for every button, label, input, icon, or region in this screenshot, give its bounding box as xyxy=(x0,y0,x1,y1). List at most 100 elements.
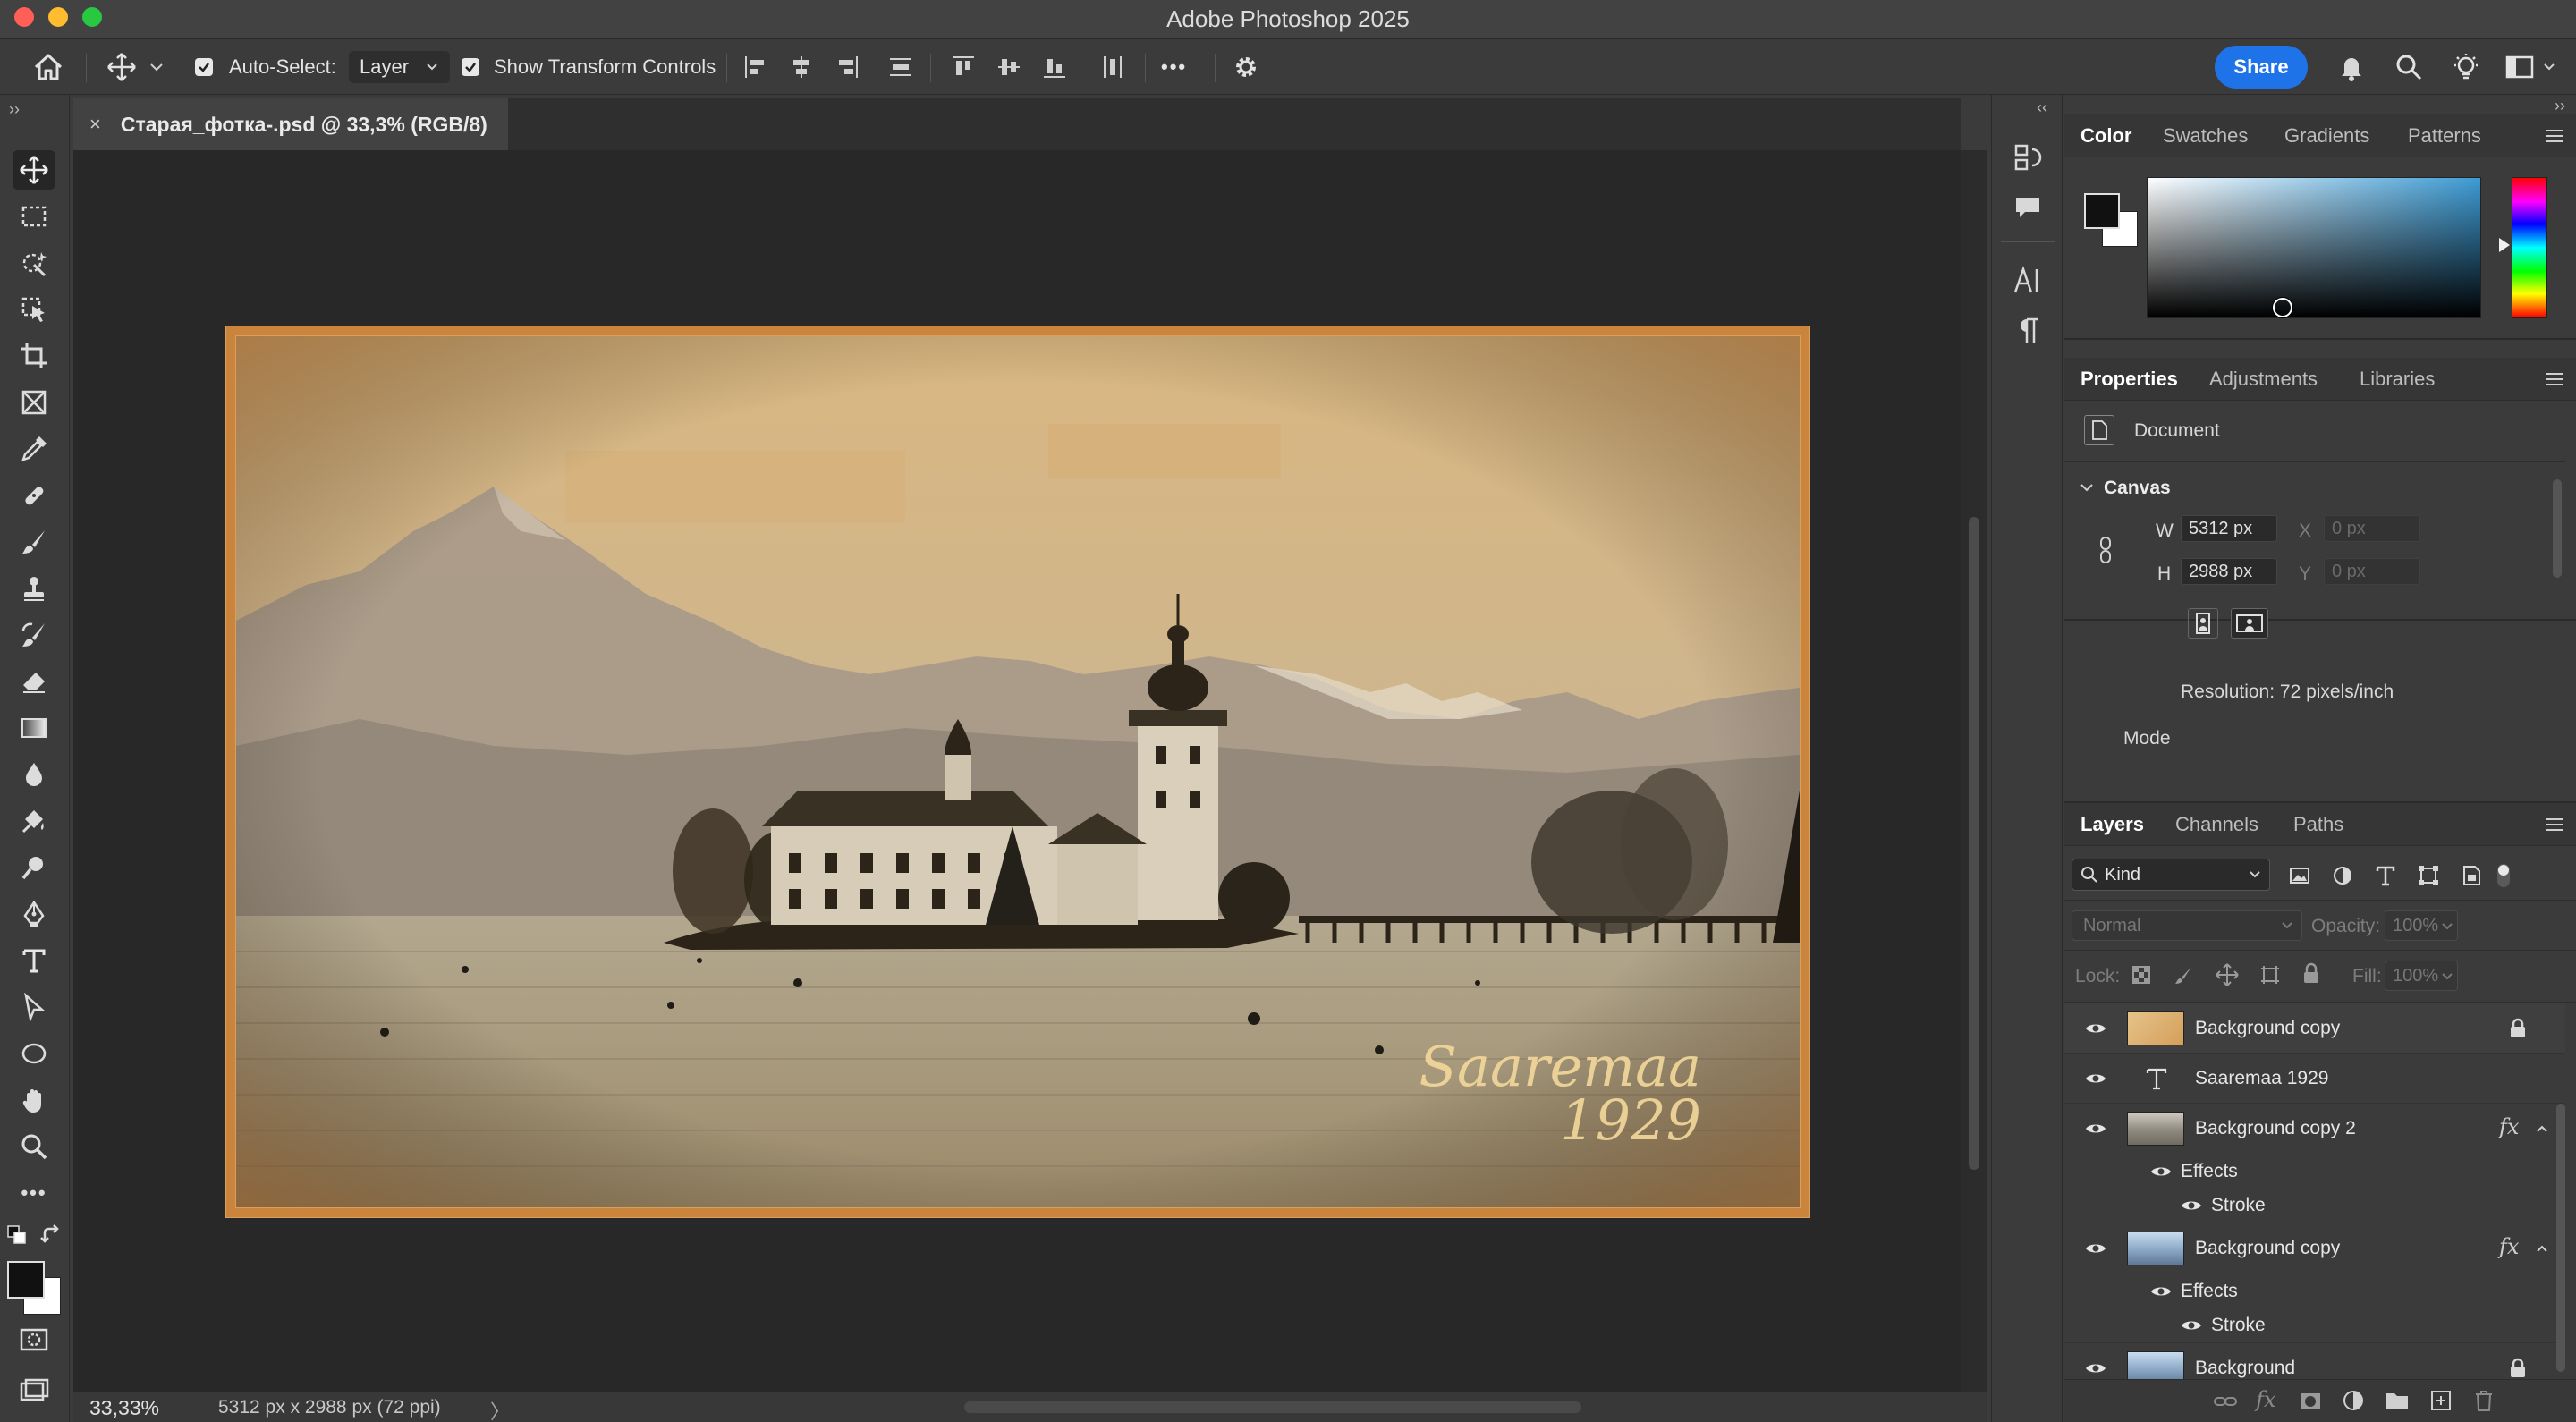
collapse-right-panels-icon[interactable]: ›› xyxy=(2555,97,2565,115)
type-tool[interactable] xyxy=(13,941,55,980)
layer-name[interactable]: Background copy xyxy=(2195,1238,2340,1259)
align-bottom-edges-button[interactable] xyxy=(1041,39,1068,95)
eye-icon[interactable] xyxy=(2181,1198,2202,1213)
chevron-down-icon[interactable] xyxy=(2079,479,2095,495)
filter-shape-icon[interactable] xyxy=(2417,864,2440,887)
filter-toggle[interactable] xyxy=(2497,864,2510,887)
eraser-tool[interactable] xyxy=(13,662,55,701)
new-layer-icon[interactable] xyxy=(2429,1389,2453,1412)
zoom-tool[interactable] xyxy=(13,1127,55,1166)
home-button[interactable] xyxy=(32,39,64,95)
select-subject-tool[interactable] xyxy=(13,290,55,329)
object-selection-tool[interactable] xyxy=(13,243,55,283)
layer-visibility-toggle[interactable] xyxy=(2084,1357,2107,1379)
filter-type-icon[interactable] xyxy=(2374,864,2397,887)
lock-all-icon[interactable] xyxy=(2301,962,2322,986)
layer-row[interactable]: Background copy 2 fx xyxy=(2064,1104,2565,1154)
horizontal-scroll-thumb[interactable] xyxy=(964,1401,1581,1413)
share-button[interactable]: Share xyxy=(2215,46,2308,89)
eye-icon[interactable] xyxy=(2150,1284,2172,1299)
new-adjustment-layer-icon[interactable] xyxy=(2342,1389,2365,1412)
layers-scroll-thumb[interactable] xyxy=(2556,1104,2565,1372)
clone-stamp-tool[interactable] xyxy=(13,569,55,608)
collapse-toolbar-icon[interactable]: ›› xyxy=(9,100,20,119)
lock-artboard-icon[interactable] xyxy=(2259,964,2281,986)
canvas-y-input[interactable]: 0 px xyxy=(2324,558,2420,585)
tab-color[interactable]: Color xyxy=(2080,114,2131,157)
show-transform-checkbox[interactable] xyxy=(462,39,479,95)
canvas-height-input[interactable]: 2988 px xyxy=(2181,558,2277,585)
blur-tool[interactable] xyxy=(13,755,55,794)
blend-mode-dropdown[interactable]: Normal xyxy=(2072,910,2302,941)
brush-tool[interactable] xyxy=(13,522,55,562)
color-panel-foreground-swatch[interactable] xyxy=(2084,193,2120,229)
settings-button[interactable] xyxy=(1231,39,1261,95)
effect-stroke-row[interactable]: Stroke xyxy=(2064,1308,2565,1343)
comments-panel-button[interactable] xyxy=(2010,190,2046,225)
tab-channels[interactable]: Channels xyxy=(2175,803,2258,846)
color-picker-handle[interactable] xyxy=(2273,298,2292,317)
paragraph-panel-button[interactable] xyxy=(2010,313,2046,349)
tab-layers[interactable]: Layers xyxy=(2080,803,2144,846)
more-options-button[interactable]: ••• xyxy=(1161,39,1187,95)
move-tool-preset-button[interactable] xyxy=(106,39,165,95)
healing-brush-tool[interactable] xyxy=(13,476,55,515)
layer-effects-badge[interactable]: fx xyxy=(2499,1234,2519,1259)
layer-row[interactable]: Background copy fx xyxy=(2064,1223,2565,1274)
gradient-tool[interactable] xyxy=(13,708,55,748)
screen-mode-button[interactable] xyxy=(13,1372,55,1411)
layer-row[interactable]: Saaremaa 1929 xyxy=(2064,1054,2565,1104)
dodge-burn-tool[interactable] xyxy=(13,848,55,887)
hue-slider[interactable] xyxy=(2512,177,2547,318)
folder-icon[interactable] xyxy=(2385,1389,2410,1412)
eye-icon[interactable] xyxy=(2181,1318,2202,1333)
crop-tool[interactable] xyxy=(13,336,55,376)
auto-select-target-dropdown[interactable]: Layer xyxy=(349,51,451,83)
filter-adjustment-icon[interactable] xyxy=(2331,864,2354,887)
vertical-scroll-thumb[interactable] xyxy=(1969,517,1979,1170)
dodge-tool[interactable] xyxy=(13,801,55,841)
properties-scroll-thumb[interactable] xyxy=(2553,479,2562,578)
layer-visibility-toggle[interactable] xyxy=(2084,1117,2107,1140)
character-panel-button[interactable] xyxy=(2010,263,2046,299)
checkbox-checked[interactable] xyxy=(462,58,479,76)
zoom-level[interactable]: 33,33% xyxy=(89,1396,159,1420)
hand-tool[interactable] xyxy=(13,1080,55,1120)
portrait-orientation-button[interactable] xyxy=(2188,608,2218,639)
landscape-orientation-button[interactable] xyxy=(2231,608,2268,639)
tab-paths[interactable]: Paths xyxy=(2293,803,2343,846)
filter-smart-object-icon[interactable] xyxy=(2460,864,2483,887)
effects-row[interactable]: Effects xyxy=(2064,1154,2565,1188)
discover-button[interactable] xyxy=(2451,39,2481,95)
effect-stroke-row[interactable]: Stroke xyxy=(2064,1188,2565,1223)
hue-slider-handle[interactable] xyxy=(2499,238,2510,252)
tab-patterns[interactable]: Patterns xyxy=(2408,114,2481,157)
chevron-up-icon[interactable] xyxy=(2535,1122,2549,1136)
tab-gradients[interactable]: Gradients xyxy=(2284,114,2369,157)
marquee-tool[interactable] xyxy=(13,197,55,236)
history-brush-tool[interactable] xyxy=(13,615,55,655)
align-left-edges-button[interactable] xyxy=(742,39,769,95)
layer-visibility-toggle[interactable] xyxy=(2084,1017,2107,1040)
edit-toolbar-button[interactable]: ••• xyxy=(13,1173,55,1213)
link-dimensions-icon[interactable] xyxy=(2097,535,2114,565)
lock-transparent-pixels-icon[interactable] xyxy=(2131,964,2152,986)
lock-position-icon[interactable] xyxy=(2215,962,2240,987)
align-top-edges-button[interactable] xyxy=(950,39,977,95)
layer-name[interactable]: Background copy 2 xyxy=(2195,1118,2356,1139)
layer-effects-badge[interactable]: fx xyxy=(2499,1114,2519,1139)
checkbox-checked[interactable] xyxy=(195,58,213,76)
quick-mask-button[interactable] xyxy=(13,1320,55,1359)
workspace-button[interactable] xyxy=(2504,39,2556,95)
swap-colors-button[interactable] xyxy=(39,1223,63,1247)
align-vertical-centers-button[interactable] xyxy=(996,39,1022,95)
filter-pixel-icon[interactable] xyxy=(2288,864,2311,887)
eye-icon[interactable] xyxy=(2150,1164,2172,1179)
layer-row[interactable]: Background copy xyxy=(2064,1003,2565,1054)
align-horizontal-centers-button[interactable] xyxy=(788,39,815,95)
layer-name[interactable]: Background copy xyxy=(2195,1018,2340,1039)
tab-adjustments[interactable]: Adjustments xyxy=(2209,358,2318,401)
history-panel-button[interactable] xyxy=(2010,140,2046,175)
layer-row[interactable]: Background xyxy=(2064,1343,2565,1379)
layer-visibility-toggle[interactable] xyxy=(2084,1237,2107,1260)
